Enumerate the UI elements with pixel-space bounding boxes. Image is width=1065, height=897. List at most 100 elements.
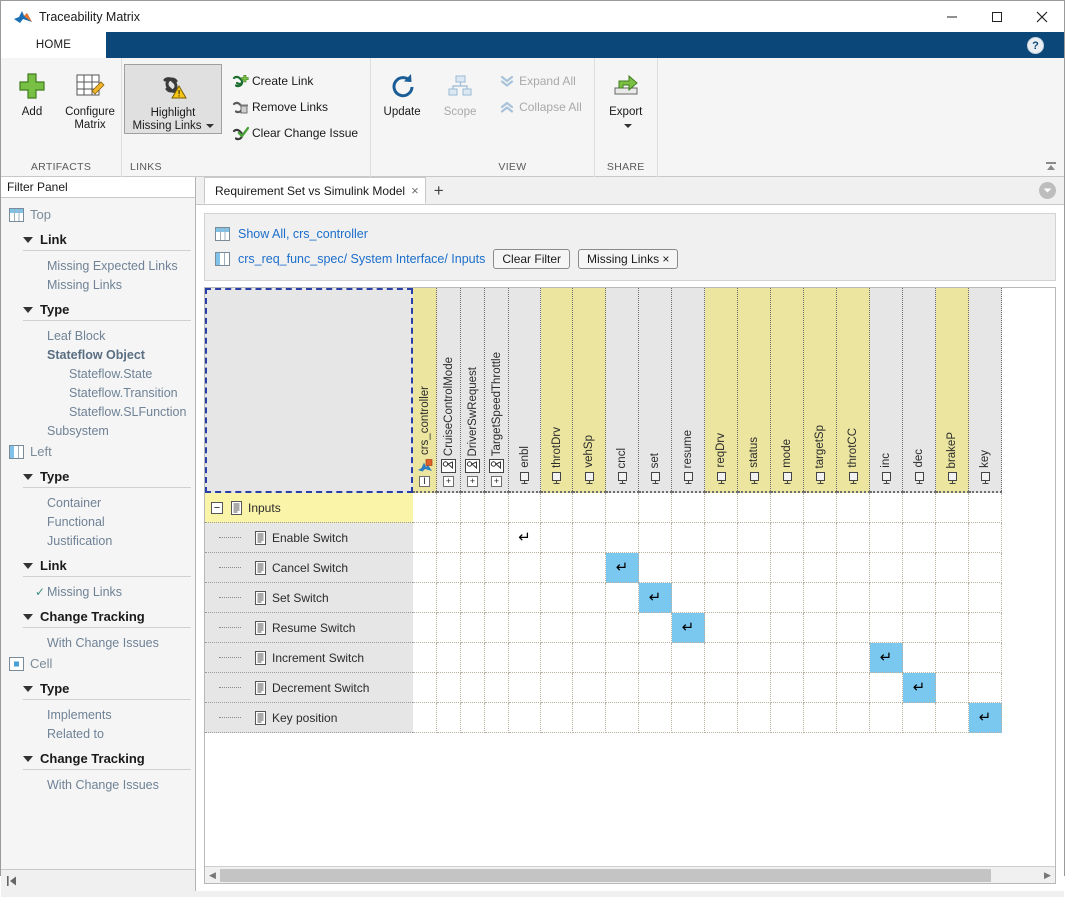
- matrix-cell[interactable]: [461, 583, 485, 613]
- matrix-cell[interactable]: [804, 643, 837, 673]
- matrix-cell[interactable]: [672, 553, 705, 583]
- tab-requirement-set-vs-simulink-model[interactable]: Requirement Set vs Simulink Model ×: [204, 177, 426, 204]
- matrix-cell[interactable]: [639, 493, 672, 523]
- close-icon[interactable]: ×: [411, 183, 419, 198]
- create-link-button[interactable]: Create Link: [226, 68, 366, 94]
- matrix-cell[interactable]: [437, 703, 461, 733]
- matrix-cell[interactable]: [738, 493, 771, 523]
- matrix-cell[interactable]: [903, 643, 936, 673]
- matrix-cell[interactable]: [573, 523, 606, 553]
- matrix-cell[interactable]: [461, 493, 485, 523]
- matrix-cell[interactable]: [936, 493, 969, 523]
- matrix-cell[interactable]: [936, 583, 969, 613]
- matrix-cell[interactable]: [870, 523, 903, 553]
- matrix-cell[interactable]: [485, 493, 509, 523]
- matrix-column-header[interactable]: DriverSwRequest +: [461, 288, 485, 493]
- matrix-corner-cell[interactable]: [205, 288, 413, 493]
- matrix-cell[interactable]: [413, 523, 437, 553]
- section-header-type[interactable]: Type: [23, 299, 195, 319]
- matrix-cell[interactable]: [541, 523, 573, 553]
- matrix-cell[interactable]: [870, 613, 903, 643]
- matrix-cell[interactable]: [606, 673, 639, 703]
- expand-column-icon[interactable]: +: [467, 476, 478, 487]
- ribbon-collapse-icon[interactable]: [1042, 158, 1060, 174]
- collapse-row-icon[interactable]: −: [211, 502, 223, 514]
- matrix-cell[interactable]: [804, 703, 837, 733]
- matrix-column-header[interactable]: set: [639, 288, 672, 493]
- matrix-cell[interactable]: [672, 583, 705, 613]
- export-dropdown[interactable]: [620, 118, 632, 132]
- matrix-cell[interactable]: [639, 643, 672, 673]
- scroll-left-arrow[interactable]: ◀: [205, 870, 220, 881]
- matrix-link-cell[interactable]: ↵: [903, 673, 936, 703]
- matrix-cell[interactable]: [903, 553, 936, 583]
- matrix-cell[interactable]: [837, 523, 870, 553]
- matrix-cell[interactable]: [705, 643, 738, 673]
- minimize-button[interactable]: [929, 1, 974, 32]
- close-button[interactable]: [1019, 1, 1064, 32]
- matrix-cell[interactable]: [738, 643, 771, 673]
- matrix-column-header[interactable]: reqDrv: [705, 288, 738, 493]
- matrix-cell[interactable]: [573, 703, 606, 733]
- matrix-row-header[interactable]: Key position: [205, 703, 413, 733]
- matrix-cell[interactable]: [936, 613, 969, 643]
- matrix-cell[interactable]: [672, 643, 705, 673]
- matrix-cell[interactable]: [541, 583, 573, 613]
- matrix-row-header[interactable]: Set Switch: [205, 583, 413, 613]
- matrix-cell[interactable]: [461, 703, 485, 733]
- matrix-cell[interactable]: [639, 703, 672, 733]
- matrix-cell[interactable]: [461, 553, 485, 583]
- matrix-cell[interactable]: [738, 613, 771, 643]
- matrix-cell[interactable]: [936, 703, 969, 733]
- matrix-cell[interactable]: [738, 703, 771, 733]
- matrix-cell[interactable]: [461, 673, 485, 703]
- matrix-link-cell[interactable]: ↵: [672, 613, 705, 643]
- matrix-cell[interactable]: [606, 643, 639, 673]
- scrollbar-thumb[interactable]: [220, 869, 991, 882]
- matrix-cell[interactable]: [672, 673, 705, 703]
- collapse-panel-icon[interactable]: [6, 875, 20, 887]
- matrix-cell[interactable]: [437, 523, 461, 553]
- matrix-cell[interactable]: [705, 493, 738, 523]
- matrix-cell[interactable]: [541, 493, 573, 523]
- filter-item-stateflow-transition[interactable]: Stateflow.Transition: [23, 384, 195, 403]
- matrix-cell[interactable]: [541, 613, 573, 643]
- clear-filter-button[interactable]: Clear Filter: [493, 249, 570, 269]
- matrix-row-header[interactable]: Enable Switch: [205, 523, 413, 553]
- matrix-cell[interactable]: [437, 613, 461, 643]
- matrix-row-header[interactable]: Cancel Switch: [205, 553, 413, 583]
- matrix-cell[interactable]: [413, 613, 437, 643]
- matrix-cell[interactable]: [541, 643, 573, 673]
- filter-item-related-to[interactable]: Related to: [23, 725, 195, 744]
- matrix-cell[interactable]: [870, 673, 903, 703]
- matrix-cell[interactable]: [705, 613, 738, 643]
- matrix-cell[interactable]: [413, 583, 437, 613]
- matrix-cell[interactable]: [804, 613, 837, 643]
- remove-links-button[interactable]: Remove Links: [226, 94, 366, 120]
- matrix-cell[interactable]: [969, 613, 1002, 643]
- matrix-row-header[interactable]: Resume Switch: [205, 613, 413, 643]
- matrix-cell[interactable]: [969, 553, 1002, 583]
- matrix-cell[interactable]: [606, 613, 639, 643]
- filter-item-missing-expected-links[interactable]: Missing Expected Links: [23, 257, 195, 276]
- filter-item-leaf-block[interactable]: Leaf Block: [23, 327, 195, 346]
- matrix-cell[interactable]: [771, 523, 804, 553]
- configure-matrix-button[interactable]: Configure Matrix: [61, 64, 119, 132]
- matrix-cell[interactable]: [672, 703, 705, 733]
- matrix-cell[interactable]: [870, 583, 903, 613]
- matrix-cell[interactable]: [639, 523, 672, 553]
- filter-item-missing-links-left[interactable]: ✓Missing Links: [23, 583, 195, 602]
- matrix-cell[interactable]: [705, 583, 738, 613]
- matrix-cell[interactable]: [870, 553, 903, 583]
- matrix-cell[interactable]: [639, 613, 672, 643]
- horizontal-scrollbar[interactable]: ◀ ▶: [205, 866, 1055, 883]
- matrix-cell[interactable]: [485, 613, 509, 643]
- matrix-cell[interactable]: [509, 553, 541, 583]
- matrix-cell[interactable]: [485, 583, 509, 613]
- matrix-cell[interactable]: [804, 493, 837, 523]
- missing-links-chip[interactable]: Missing Links ×: [578, 249, 678, 269]
- matrix-cell[interactable]: [870, 703, 903, 733]
- matrix-cell[interactable]: [413, 673, 437, 703]
- section-header-link[interactable]: Link: [23, 229, 195, 249]
- matrix-column-header[interactable]: status: [738, 288, 771, 493]
